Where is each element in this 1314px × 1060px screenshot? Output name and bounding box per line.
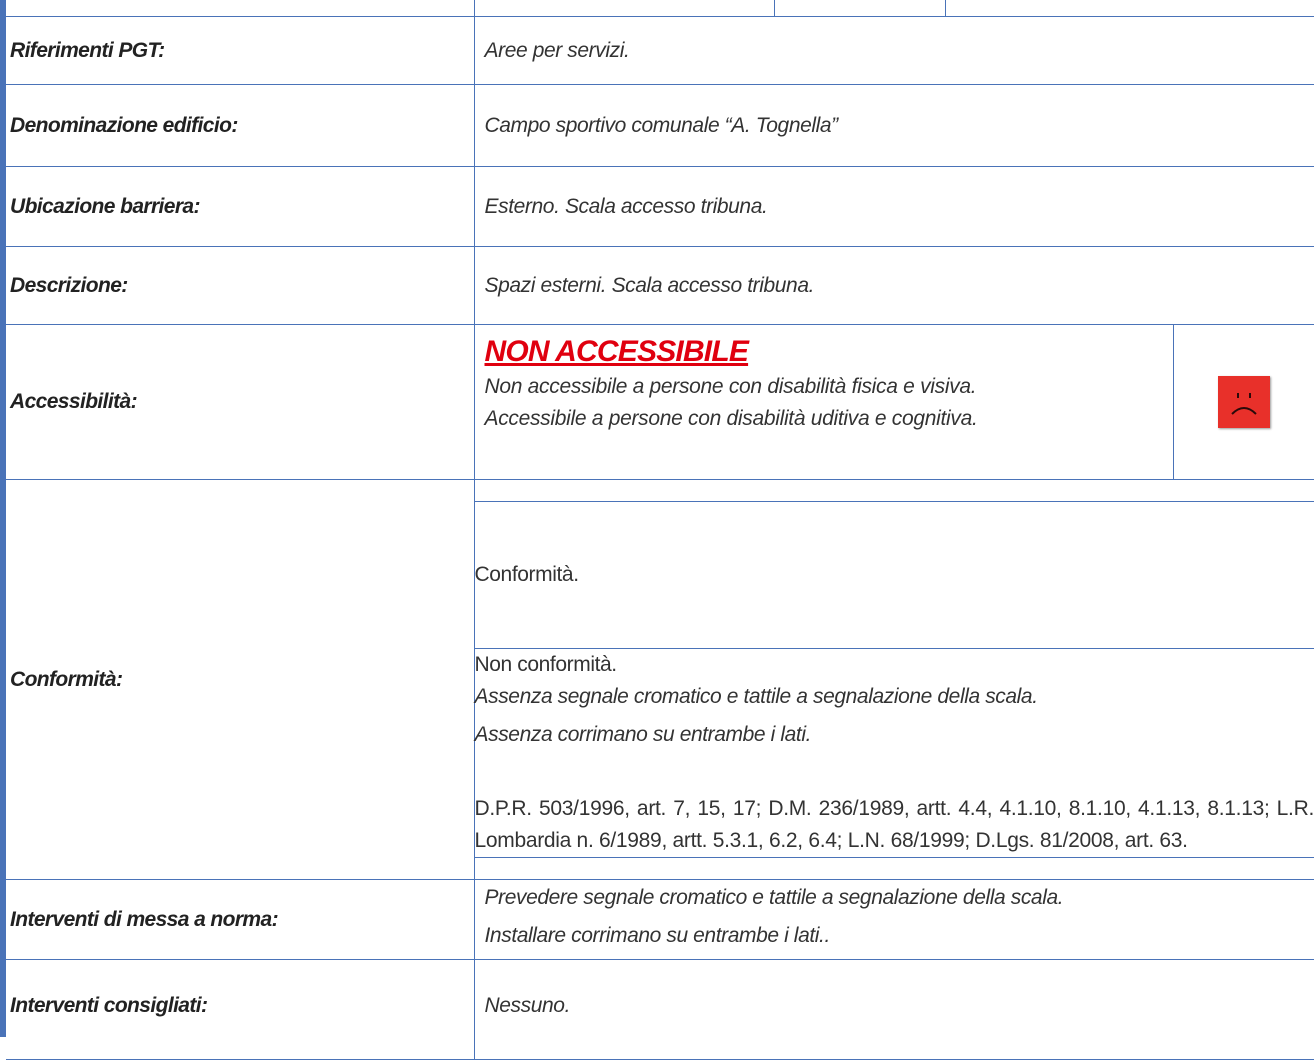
table-top-divider <box>945 0 946 16</box>
table-row: Denominazione edificio: Campo sportivo c… <box>6 85 1314 167</box>
conformity-section: Conformità. <box>475 502 1314 649</box>
value-advised-works: Nessuno. <box>474 960 1314 1060</box>
nonconformity-title: Non conformità. <box>475 649 1314 681</box>
table-row: Interventi consigliati: Nessuno. <box>6 960 1314 1060</box>
barrier-sheet-table: Riferimenti PGT: Aree per servizi. Denom… <box>6 16 1314 1060</box>
table-top-divider <box>774 0 775 16</box>
table-top-divider <box>474 0 475 16</box>
value-location: Esterno. Scala accesso tribuna. <box>474 167 1314 247</box>
value-pgt: Aree per servizi. <box>474 17 1314 85</box>
label-description: Descrizione: <box>6 247 474 325</box>
table-row: Ubicazione barriera: Esterno. Scala acce… <box>6 167 1314 247</box>
nonconformity-issue-2: Assenza corrimano su entrambe i lati. <box>475 719 1314 751</box>
table-row: Riferimenti PGT: Aree per servizi. <box>6 17 1314 85</box>
label-conformity: Conformità: <box>6 480 474 880</box>
nonconformity-issue-1: Assenza segnale cromatico e tattile a se… <box>475 681 1314 713</box>
sad-face-icon <box>1218 376 1270 428</box>
accessibility-icon-cell <box>1174 325 1314 479</box>
value-description: Spazi esterni. Scala accesso tribuna. <box>474 247 1314 325</box>
table-row: Conformità: Conformità. Non conformità. … <box>6 480 1314 880</box>
nonconformity-section: Non conformità. Assenza segnale cromatic… <box>475 649 1314 858</box>
label-advised-works: Interventi consigliati: <box>6 960 474 1060</box>
label-location: Ubicazione barriera: <box>6 167 474 247</box>
table-row: Interventi di messa a norma: Prevedere s… <box>6 880 1314 960</box>
accessibility-status: NON ACCESSIBILE <box>485 333 1162 371</box>
conformity-subtable: Conformità. Non conformità. Assenza segn… <box>475 501 1314 858</box>
accessibility-line-2: Accessibile a persone con disabilità udi… <box>485 403 1162 435</box>
label-required-works: Interventi di messa a norma: <box>6 880 474 960</box>
legal-references: D.P.R. 503/1996, art. 7, 15, 17; D.M. 23… <box>475 793 1314 857</box>
accessibility-cell: NON ACCESSIBILE Non accessibile a person… <box>474 325 1314 480</box>
conformity-title: Conformità. <box>475 559 1314 591</box>
accessibility-text: NON ACCESSIBILE Non accessibile a person… <box>475 325 1175 479</box>
required-works-line-2: Installare corrimano su entrambe i lati.… <box>485 920 1314 952</box>
label-pgt: Riferimenti PGT: <box>6 17 474 85</box>
label-accessibility: Accessibilità: <box>6 325 474 480</box>
table-row: Accessibilità: NON ACCESSIBILE Non acces… <box>6 325 1314 480</box>
value-building: Campo sportivo comunale “A. Tognella” <box>474 85 1314 167</box>
conformity-cell: Conformità. Non conformità. Assenza segn… <box>474 480 1314 880</box>
table-row: Descrizione: Spazi esterni. Scala access… <box>6 247 1314 325</box>
required-works-cell: Prevedere segnale cromatico e tattile a … <box>474 880 1314 960</box>
accessibility-line-1: Non accessibile a persone con disabilità… <box>485 371 1162 403</box>
label-building: Denominazione edificio: <box>6 85 474 167</box>
accessibility-wrap: NON ACCESSIBILE Non accessibile a person… <box>475 325 1314 479</box>
required-works-line-1: Prevedere segnale cromatico e tattile a … <box>485 882 1314 914</box>
